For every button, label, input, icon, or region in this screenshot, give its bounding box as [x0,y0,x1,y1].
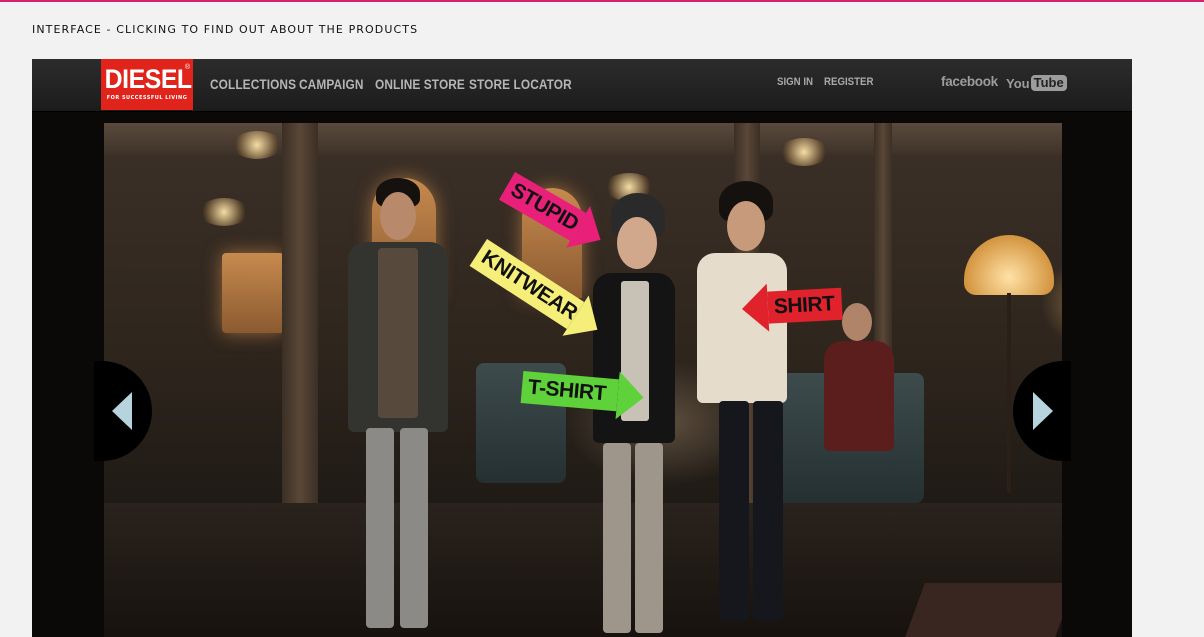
lamp-shade [964,235,1054,295]
nav-store-locator[interactable]: STORE LOCATOR [469,77,572,92]
facebook-link[interactable]: facebook [941,74,998,89]
floor-rug [903,583,1062,637]
nav-collections[interactable]: COLLECTIONS [210,77,296,92]
diesel-logo[interactable]: DIESEL ® FOR SUCCESSFUL LIVING [101,59,193,110]
arrow-head-icon [740,283,770,333]
chevron-left-icon [112,392,132,430]
wooden-pillar [282,123,318,563]
sign-in-link[interactable]: SIGN IN [777,76,813,88]
man-in-cardigan [336,178,456,637]
seated-man-red-shirt [824,303,894,483]
chandelier-light [779,138,829,166]
chevron-right-icon [1033,392,1053,430]
youtube-link[interactable]: You Tube [1006,74,1067,92]
chandelier-light [232,131,282,159]
page-caption: INTERFACE - CLICKING TO FIND OUT ABOUT T… [32,23,419,36]
diesel-site-frame: DIESEL ® FOR SUCCESSFUL LIVING COLLECTIO… [32,59,1132,637]
top-navigation-bar: DIESEL ® FOR SUCCESSFUL LIVING COLLECTIO… [32,59,1132,112]
nav-online-store[interactable]: ONLINE STORE [375,77,465,92]
man-in-white-shirt [679,181,799,637]
arrow-head-icon [615,371,646,422]
logo-registered-mark: ® [184,64,190,71]
chandelier-light [199,198,249,226]
top-accent-line [0,0,1204,2]
lit-window [222,253,284,333]
register-link[interactable]: REGISTER [824,76,873,88]
youtube-tube-badge: Tube [1030,75,1067,91]
lamp-pole [1007,293,1011,493]
nav-campaign[interactable]: CAMPAIGN [299,77,364,92]
logo-brand: DIESEL [104,64,192,94]
youtube-you-text: You [1006,75,1030,91]
logo-tagline: FOR SUCCESSFUL LIVING [106,95,188,101]
